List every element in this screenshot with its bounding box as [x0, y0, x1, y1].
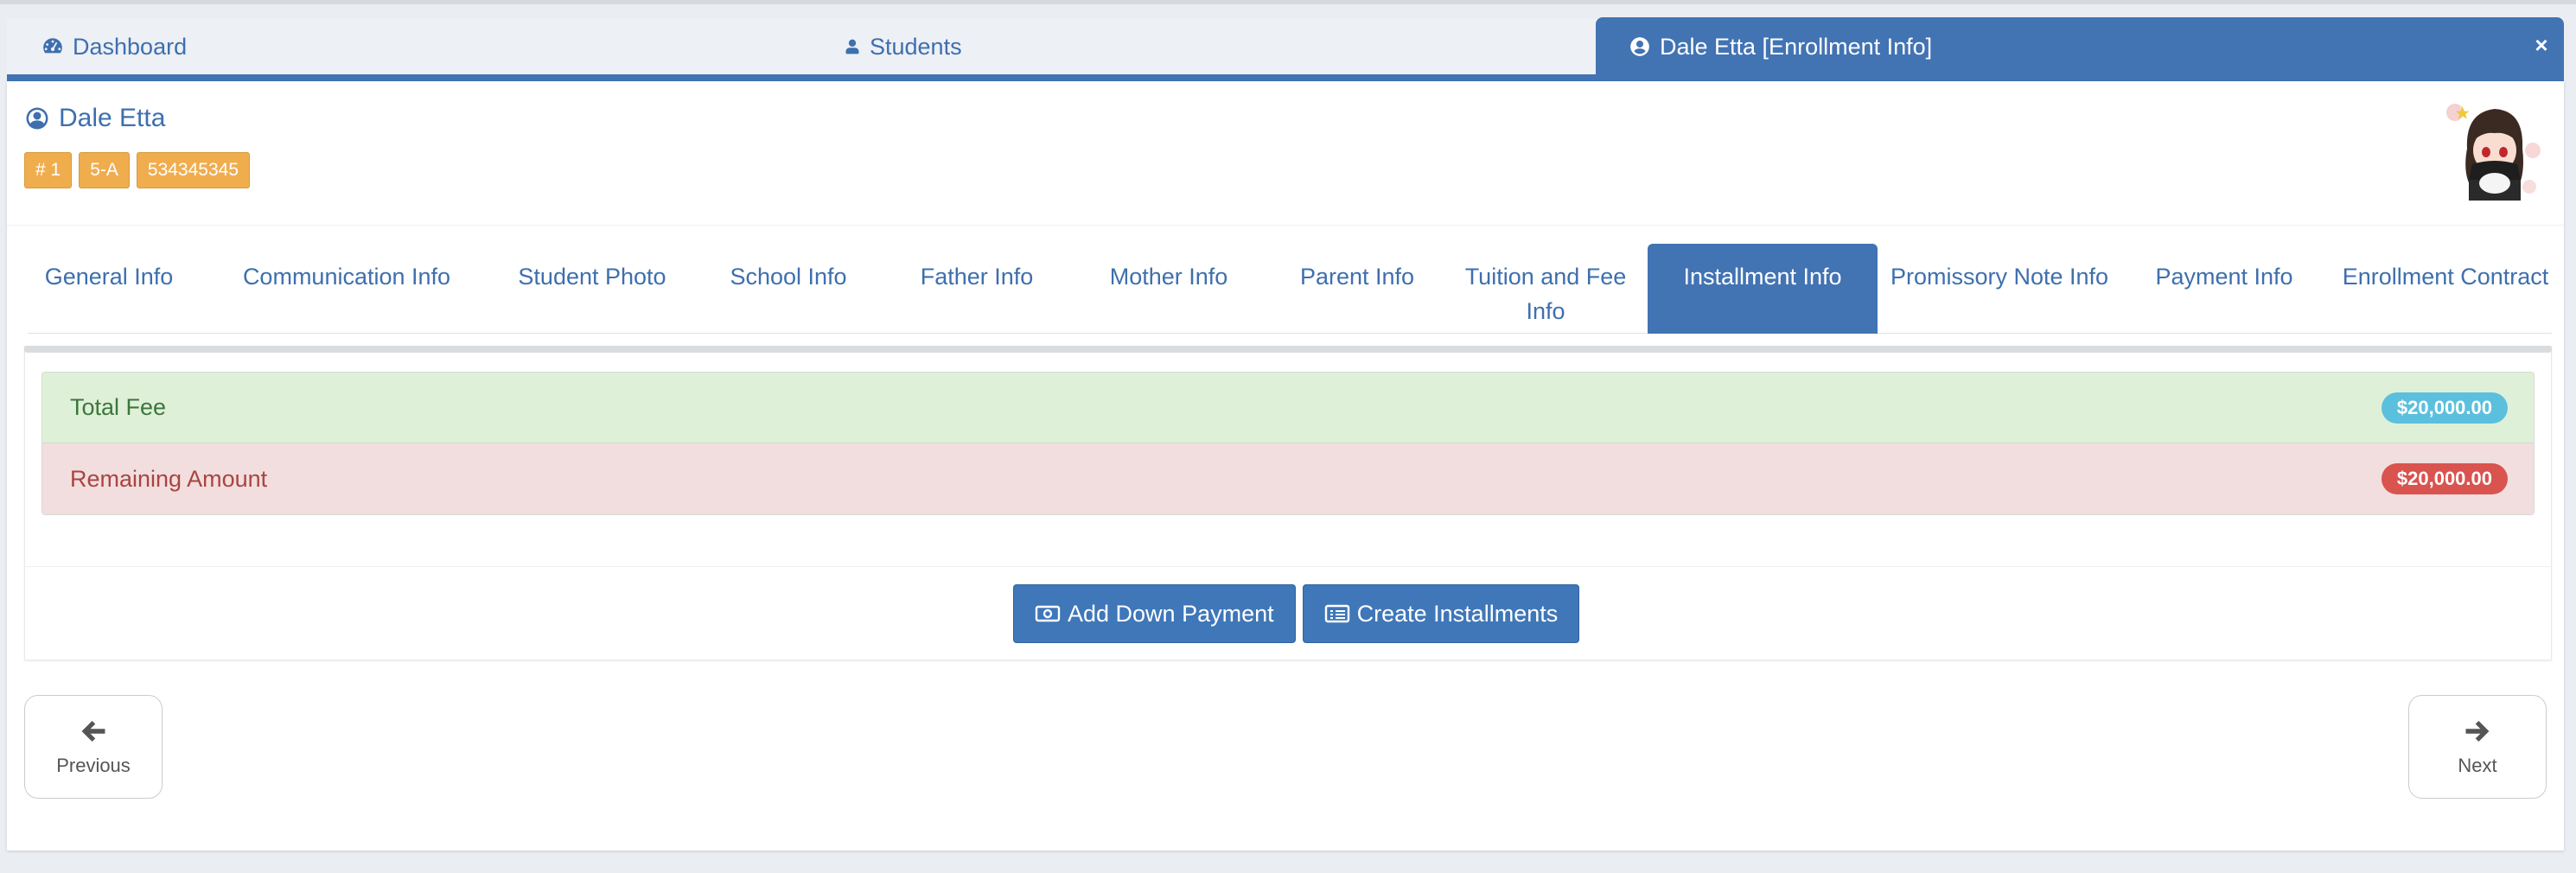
create-installments-button[interactable]: Create Installments	[1302, 584, 1580, 643]
arrow-left-icon	[81, 720, 105, 742]
tab-student-photo[interactable]: Student Photo	[500, 244, 685, 334]
tab-dashboard-label: Dashboard	[73, 33, 188, 60]
top-tab-strip: Dashboard Students Dale Etta [Enrollment…	[7, 17, 2564, 81]
tab-mother-info[interactable]: Mother Info	[1077, 244, 1260, 334]
tab-tuition-and-fee-info[interactable]: Tuition and Fee Info	[1456, 244, 1636, 334]
tachometer-icon	[43, 38, 62, 54]
total-fee-label: Total Fee	[70, 394, 167, 420]
class-badge: 5-A	[79, 152, 130, 188]
tab-payment-info[interactable]: Payment Info	[2126, 244, 2322, 334]
remaining-amount-label: Remaining Amount	[70, 465, 268, 492]
tab-students-label: Students	[870, 33, 962, 60]
installment-actions: Add Down Payment Create Installments	[1013, 584, 1580, 643]
enrollment-panel: Dale Etta # 1 5-A 534345345 General Info…	[7, 81, 2564, 851]
tab-parent-info[interactable]: Parent Info	[1267, 244, 1447, 334]
next-button[interactable]: Next	[2408, 695, 2547, 799]
arrow-right-icon	[2465, 720, 2490, 742]
previous-label: Previous	[56, 755, 131, 776]
card-footer-divider	[24, 566, 2552, 567]
fee-summary-list: Total Fee $20,000.00 Remaining Amount $2…	[41, 372, 2535, 515]
tab-general-info[interactable]: General Info	[28, 244, 190, 334]
tab-dashboard[interactable]: Dashboard	[41, 19, 187, 74]
close-icon[interactable]: ×	[2531, 34, 2552, 56]
tab-communication-info[interactable]: Communication Info	[207, 244, 486, 334]
top-border	[0, 0, 2576, 4]
user-circle-icon	[1630, 37, 1649, 56]
total-fee-row: Total Fee $20,000.00	[42, 373, 2534, 443]
student-badges: # 1 5-A 534345345	[24, 152, 251, 188]
section-tabs: General Info Communication Info Student …	[28, 244, 2552, 334]
tab-enrollment-info-label: Dale Etta [Enrollment Info]	[1660, 33, 1933, 60]
student-name: Dale Etta	[59, 104, 166, 132]
create-installments-label: Create Installments	[1356, 600, 1559, 627]
student-header: Dale Etta	[24, 104, 165, 133]
tab-promissory-note-info[interactable]: Promissory Note Info	[1884, 244, 2114, 334]
remaining-amount-badge: $20,000.00	[2381, 463, 2508, 494]
total-fee-badge: $20,000.00	[2381, 392, 2508, 424]
card-top-bar	[24, 346, 2552, 353]
add-down-payment-button[interactable]: Add Down Payment	[1013, 584, 1296, 643]
student-number-badge: # 1	[24, 152, 73, 188]
remaining-amount-row: Remaining Amount $20,000.00	[42, 443, 2534, 514]
tab-students[interactable]: Students	[844, 19, 962, 74]
list-alt-icon	[1324, 604, 1349, 623]
tab-father-info[interactable]: Father Info	[887, 244, 1067, 334]
tab-installment-info[interactable]: Installment Info	[1648, 244, 1878, 334]
tab-enrollment-info[interactable]: Dale Etta [Enrollment Info] ×	[1596, 17, 2564, 76]
next-label: Next	[2458, 755, 2497, 776]
tab-school-info[interactable]: School Info	[698, 244, 878, 334]
tab-enrollment-contract[interactable]: Enrollment Contract	[2332, 244, 2559, 334]
header-divider	[7, 225, 2564, 226]
previous-button[interactable]: Previous	[24, 695, 163, 799]
add-down-payment-label: Add Down Payment	[1068, 600, 1274, 627]
money-bill-icon	[1035, 605, 1061, 622]
student-avatar	[2443, 97, 2543, 201]
user-icon	[845, 39, 859, 54]
user-circle-icon	[26, 107, 48, 130]
id-badge: 534345345	[136, 152, 251, 188]
